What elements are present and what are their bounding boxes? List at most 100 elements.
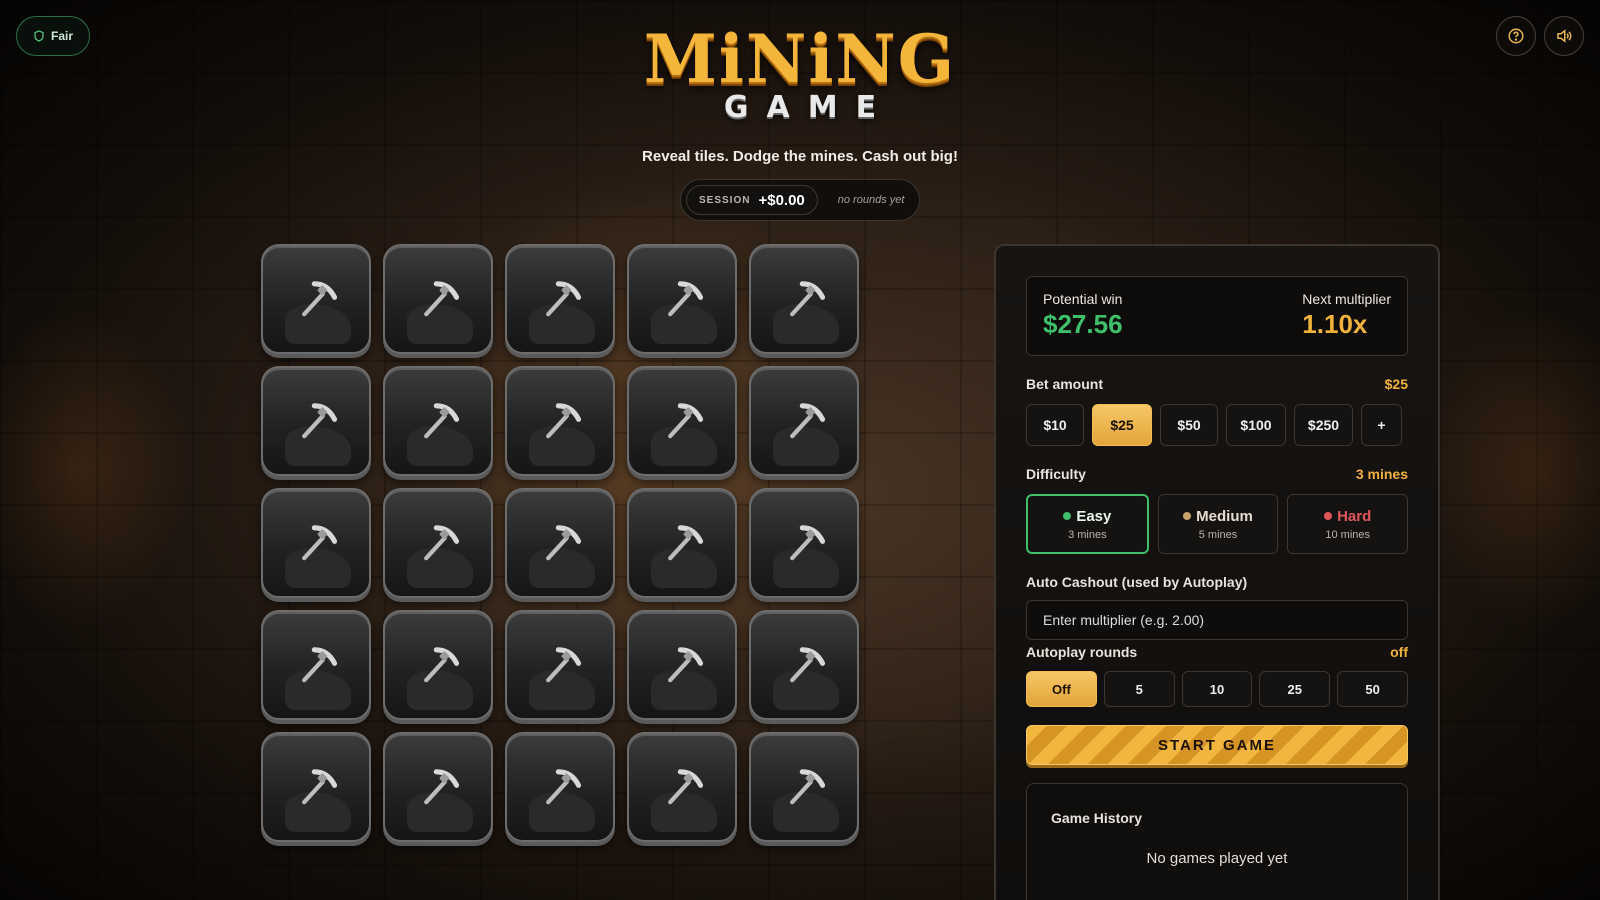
pickaxe-icon [302, 281, 338, 317]
mine-tile[interactable] [749, 732, 859, 842]
session-rounds: no rounds yet [837, 194, 905, 206]
difficulty-name-text: Easy [1076, 507, 1112, 525]
status-dot-icon [1063, 512, 1072, 520]
mine-tile[interactable] [627, 366, 737, 476]
tagline: Reveal tiles. Dodge the mines. Cash out … [642, 148, 958, 165]
pickaxe-icon [424, 281, 460, 317]
win-summary: Potential win $27.56 Next multiplier 1.1… [1026, 276, 1408, 356]
bet-option-button[interactable]: $10 [1026, 404, 1084, 446]
pickaxe-icon [424, 403, 460, 439]
session-label: SESSION [699, 194, 751, 206]
session-value: +$0.00 [758, 191, 805, 209]
difficulty-name-text: Medium [1196, 507, 1253, 525]
autoplay-option-button[interactable]: 50 [1337, 671, 1408, 707]
mine-tile[interactable] [383, 732, 493, 842]
bet-option-button[interactable]: $250 [1294, 404, 1353, 446]
pickaxe-icon [546, 281, 582, 317]
mine-tile[interactable] [505, 610, 615, 720]
mine-tile[interactable] [383, 366, 493, 476]
autoplay-label: Autoplay rounds [1026, 644, 1138, 660]
session-pill: SESSION +$0.00 [686, 185, 818, 215]
logo-title: MiNiNG [643, 20, 957, 98]
difficulty-name: Medium [1183, 508, 1253, 525]
bet-option-button[interactable]: $25 [1092, 404, 1152, 446]
pickaxe-icon [790, 403, 826, 439]
bet-custom-button[interactable]: + [1361, 404, 1402, 446]
pickaxe-icon [790, 647, 826, 683]
mine-tile[interactable] [261, 244, 371, 354]
history-title: Game History [1051, 810, 1143, 826]
game-logo: MiNiNG GAME [0, 26, 1600, 125]
potential-win-value: $27.56 [1043, 309, 1123, 339]
autoplay-option-button[interactable]: 5 [1103, 671, 1175, 707]
bet-options: $10 $25 $50 $100 $250 + [1026, 404, 1408, 446]
bet-label: Bet amount [1026, 376, 1103, 392]
autoplay-option-button[interactable]: Off [1026, 671, 1097, 707]
difficulty-header: Difficulty 3 mines [1026, 466, 1408, 482]
difficulty-name-text: Hard [1337, 507, 1372, 525]
next-multiplier-label: Next multiplier [1302, 291, 1391, 307]
bet-option-button[interactable]: $50 [1160, 404, 1218, 446]
mine-tile[interactable] [383, 244, 493, 354]
mine-tile[interactable] [749, 244, 859, 354]
mine-tile[interactable] [627, 244, 737, 354]
pickaxe-icon [790, 281, 826, 317]
difficulty-options: Easy 3 mines Medium 5 mines Hard 10 mines [1026, 494, 1409, 554]
autoplay-current: off [1390, 644, 1408, 660]
auto-cashout-input[interactable]: Enter multiplier (e.g. 2.00) [1026, 600, 1408, 640]
pickaxe-icon [424, 769, 460, 805]
mine-tile[interactable] [627, 488, 737, 598]
mine-tile[interactable] [505, 366, 615, 476]
autoplay-header: Autoplay rounds off [1026, 644, 1408, 660]
difficulty-mines: 5 mines [1198, 528, 1238, 541]
potential-win-label: Potential win [1043, 291, 1123, 307]
difficulty-hard-button[interactable]: Hard 10 mines [1287, 494, 1409, 554]
pickaxe-icon [424, 647, 460, 683]
pickaxe-icon [668, 769, 704, 805]
game-history: Game History No games played yet [1026, 783, 1408, 900]
difficulty-mines: 10 mines [1325, 528, 1370, 541]
pickaxe-icon [302, 647, 338, 683]
pickaxe-icon [546, 769, 582, 805]
pickaxe-icon [668, 647, 704, 683]
pickaxe-icon [302, 525, 338, 561]
tile-grid [261, 244, 859, 842]
pickaxe-icon [546, 403, 582, 439]
auto-cashout-header: Auto Cashout (used by Autoplay) [1026, 574, 1408, 590]
pickaxe-icon [424, 525, 460, 561]
difficulty-current: 3 mines [1355, 466, 1408, 482]
bet-option-button[interactable]: $100 [1226, 404, 1286, 446]
mine-tile[interactable] [749, 488, 859, 598]
difficulty-name: Hard [1324, 508, 1371, 525]
start-game-button[interactable]: START GAME [1026, 725, 1408, 765]
mine-tile[interactable] [261, 610, 371, 720]
difficulty-easy-button[interactable]: Easy 3 mines [1026, 494, 1149, 554]
mine-tile[interactable] [383, 488, 493, 598]
mine-tile[interactable] [261, 366, 371, 476]
mine-tile[interactable] [627, 732, 737, 842]
pickaxe-icon [668, 525, 704, 561]
mine-tile[interactable] [749, 366, 859, 476]
mine-tile[interactable] [261, 732, 371, 842]
pickaxe-icon [302, 403, 338, 439]
difficulty-medium-button[interactable]: Medium 5 mines [1157, 494, 1279, 554]
difficulty-label: Difficulty [1026, 466, 1086, 482]
pickaxe-icon [668, 403, 704, 439]
logo-subtitle: GAME [723, 90, 895, 125]
pickaxe-icon [546, 525, 582, 561]
pickaxe-icon [546, 647, 582, 683]
pickaxe-icon [790, 525, 826, 561]
history-empty: No games played yet [1146, 850, 1288, 867]
session-bar: SESSION +$0.00 no rounds yet [680, 179, 920, 221]
mine-tile[interactable] [749, 610, 859, 720]
control-panel: Potential win $27.56 Next multiplier 1.1… [994, 244, 1440, 900]
autoplay-option-button[interactable]: 25 [1259, 671, 1331, 707]
mine-tile[interactable] [505, 244, 615, 354]
autoplay-option-button[interactable]: 10 [1181, 671, 1253, 707]
mine-tile[interactable] [261, 488, 371, 598]
mine-tile[interactable] [383, 610, 493, 720]
mine-tile[interactable] [505, 488, 615, 598]
pickaxe-icon [790, 769, 826, 805]
mine-tile[interactable] [505, 732, 615, 842]
mine-tile[interactable] [627, 610, 737, 720]
